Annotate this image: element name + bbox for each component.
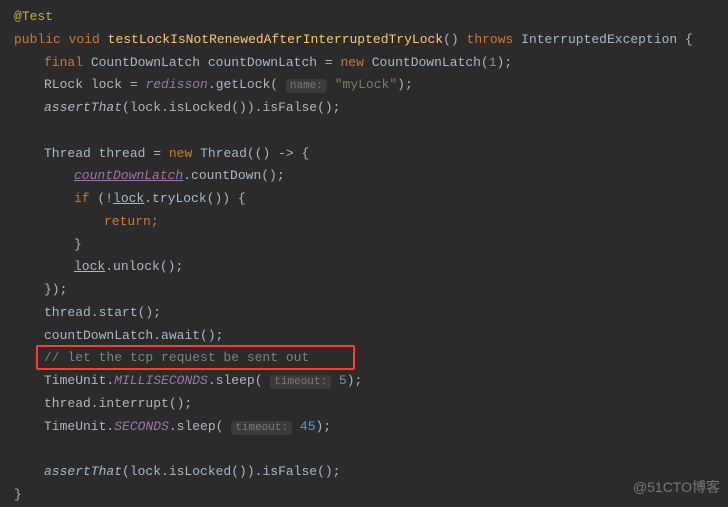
code-line-annotation: @Test (14, 6, 728, 29)
code-line-assert1: assertThat(lock.isLocked()).isFalse(); (14, 97, 728, 120)
code-line-if: if (!lock.tryLock()) { (14, 188, 728, 211)
code-line-cdl-decl: final CountDownLatch countDownLatch = ne… (14, 52, 728, 75)
param-hint-timeout: timeout: (270, 375, 331, 389)
code-line-thread-decl: Thread thread = new Thread(() -> { (14, 143, 728, 166)
code-line-if-close: } (14, 234, 728, 257)
code-line-comment: // let the tcp request be sent out (14, 347, 728, 370)
code-line-unlock: lock.unlock(); (14, 256, 728, 279)
code-line-return: return; (14, 211, 728, 234)
test-annotation: @Test (14, 9, 53, 24)
code-line-thread-start: thread.start(); (14, 302, 728, 325)
code-line-rlock-decl: RLock lock = redisson.getLock( name: "my… (14, 74, 728, 97)
code-line-sleep45: TimeUnit.SECONDS.sleep( timeout: 45); (14, 416, 728, 439)
code-line-signature: public void testLockIsNotRenewedAfterInt… (14, 29, 728, 52)
param-hint-name: name: (286, 79, 327, 93)
code-line-method-close: } (14, 484, 728, 507)
code-line-await: countDownLatch.await(); (14, 325, 728, 348)
code-line-interrupt: thread.interrupt(); (14, 393, 728, 416)
code-line-lambda-close: }); (14, 279, 728, 302)
code-line-blank2 (14, 438, 728, 461)
watermark-label: @51CTO博客 (633, 475, 720, 500)
code-line-assert2: assertThat(lock.isLocked()).isFalse(); (14, 461, 728, 484)
code-line-sleep5: TimeUnit.MILLISECONDS.sleep( timeout: 5)… (14, 370, 728, 393)
method-name: testLockIsNotRenewedAfterInterruptedTryL… (108, 32, 443, 47)
code-line-countdown: countDownLatch.countDown(); (14, 165, 728, 188)
param-hint-timeout2: timeout: (231, 421, 292, 435)
code-line-blank1 (14, 120, 728, 143)
